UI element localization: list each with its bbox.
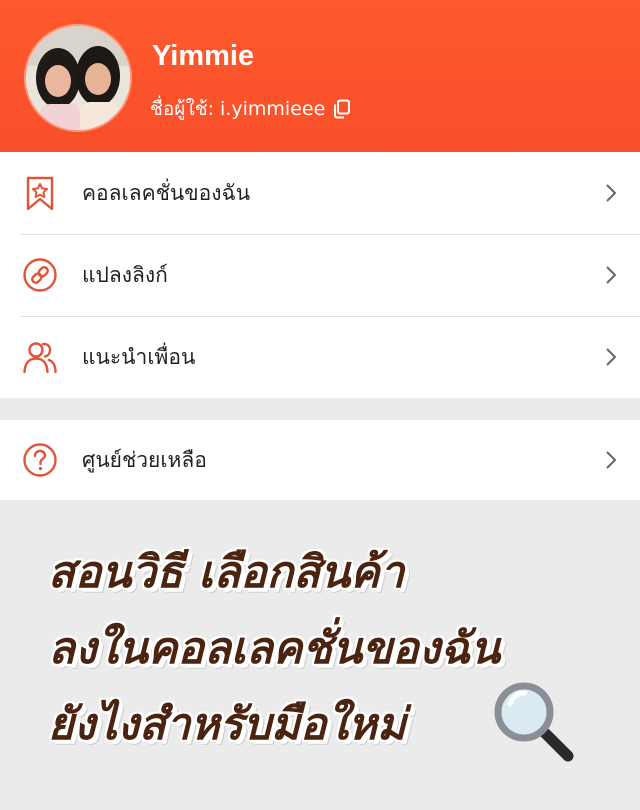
username-text: ชื่อผู้ใช้: i.yimmieee [150, 98, 326, 120]
menu-item-collection[interactable]: คอลเลคชั่นของฉัน [0, 152, 640, 234]
menu-item-label: แปลงลิงก์ [82, 262, 168, 287]
username-row: ชื่อผู้ใช้: i.yimmieee [150, 94, 351, 124]
menu-item-label: คอลเลคชั่นของฉัน [82, 180, 251, 205]
help-menu: ศูนย์ช่วยเหลือ [0, 420, 640, 500]
menu-item-convert-link[interactable]: แปลงลิงก์ [0, 234, 640, 316]
avatar[interactable] [26, 26, 130, 130]
caption-line: ลงในคอลเลคชั่นของฉัน [48, 623, 501, 674]
avatar-photo [26, 26, 130, 130]
magnifying-glass-icon [490, 678, 578, 766]
menu-item-help-center[interactable]: ศูนย์ช่วยเหลือ [0, 420, 640, 500]
profile-header: Yimmie ชื่อผู้ใช้: i.yimmieee [0, 0, 640, 152]
chevron-right-icon [604, 346, 618, 368]
caption-line: สอนวิธี เลือกสินค้า [48, 547, 405, 598]
chevron-right-icon [604, 182, 618, 204]
menu-item-label: ศูนย์ช่วยเหลือ [82, 447, 207, 472]
chevron-right-icon [604, 264, 618, 286]
friends-icon [22, 339, 58, 375]
bookmark-star-icon [22, 175, 58, 211]
link-icon [22, 257, 58, 293]
copy-icon[interactable] [333, 99, 351, 119]
menu-item-label: แนะนำเพื่อน [82, 344, 196, 369]
profile-name: Yimmie [152, 40, 255, 72]
help-circle-icon [22, 442, 58, 478]
chevron-right-icon [604, 449, 618, 471]
profile-menu: คอลเลคชั่นของฉัน แปลงลิงก์ แนะนำเพื่อน [0, 152, 640, 398]
menu-item-refer-friends[interactable]: แนะนำเพื่อน [0, 316, 640, 398]
